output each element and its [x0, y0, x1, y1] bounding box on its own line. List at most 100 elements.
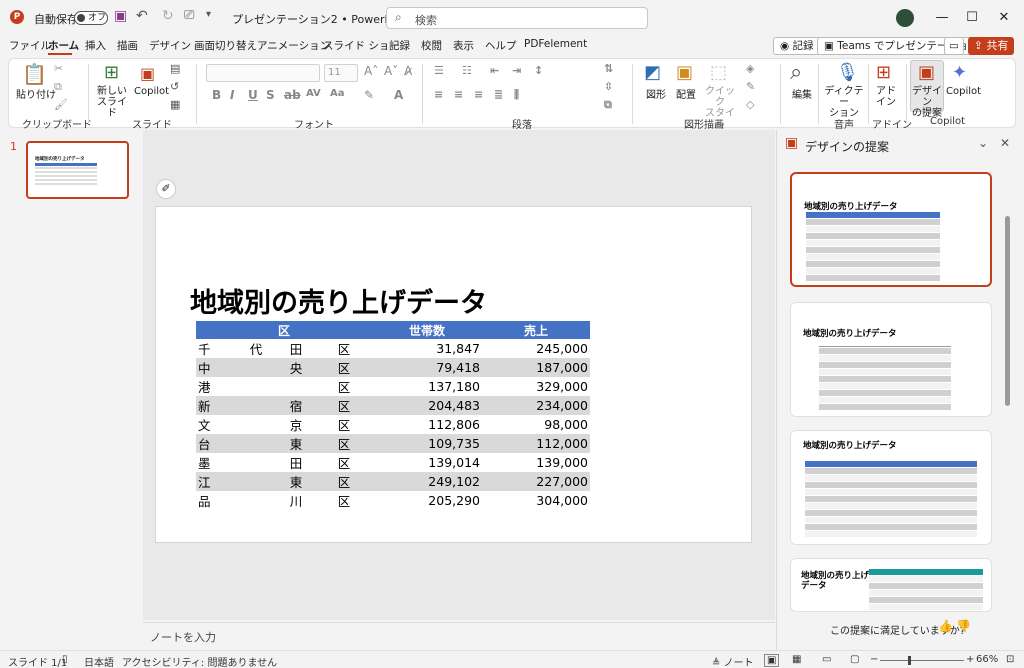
- tab-insert[interactable]: 挿入: [85, 38, 106, 53]
- copilot-button[interactable]: Copilot: [946, 86, 981, 97]
- dictate-button[interactable]: ディクテー ション: [824, 86, 864, 119]
- microphone-icon[interactable]: 🎙: [836, 62, 859, 83]
- tab-home[interactable]: ホーム: [48, 38, 79, 53]
- tab-record[interactable]: 記録: [389, 38, 410, 53]
- copy-icon[interactable]: ⧉: [54, 80, 62, 94]
- tab-pdfelement[interactable]: PDFelement: [524, 38, 587, 50]
- language[interactable]: 日本語: [84, 654, 114, 668]
- addins-icon[interactable]: ⊞: [876, 62, 891, 83]
- tab-view[interactable]: 表示: [453, 38, 474, 53]
- close-button[interactable]: ✕: [994, 8, 1014, 28]
- tab-animations[interactable]: アニメーション: [257, 38, 330, 53]
- spacing-icon[interactable]: AV: [306, 88, 321, 99]
- design-idea-card[interactable]: 地域別の売り上げデータ: [790, 302, 992, 417]
- outdent-icon[interactable]: ⇥: [512, 64, 521, 77]
- zoom-level[interactable]: 66%: [976, 654, 998, 665]
- align-center-icon[interactable]: ≡: [454, 88, 463, 101]
- zoom-in-icon[interactable]: +: [966, 654, 974, 665]
- notes-toggle[interactable]: ≜ ノート: [712, 654, 754, 668]
- font-size-input[interactable]: 11: [324, 64, 358, 82]
- section-icon[interactable]: ▦: [170, 98, 180, 111]
- tab-transitions[interactable]: 画面切り替え: [194, 38, 257, 53]
- minimize-button[interactable]: —: [932, 8, 952, 28]
- align-left-icon[interactable]: ≡: [434, 88, 443, 101]
- reading-view-icon[interactable]: ▭: [822, 654, 831, 665]
- shape-outline-icon[interactable]: ✎: [746, 80, 755, 93]
- cut-icon[interactable]: ✂: [54, 62, 63, 75]
- clear-format-icon[interactable]: A̷: [404, 64, 412, 78]
- slide-title[interactable]: 地域別の売り上げデータ: [190, 281, 487, 320]
- slide-canvas[interactable]: 地域別の売り上げデータ 区 世帯数 売上 千代田区 31,847 245,000 中央…: [155, 206, 752, 543]
- arrange-button[interactable]: 配置: [676, 86, 696, 101]
- thumbs-down-icon[interactable]: 👎: [956, 619, 971, 633]
- accessibility-status[interactable]: アクセシビリティ: 問題ありません: [122, 654, 277, 668]
- reset-icon[interactable]: ↺: [170, 80, 179, 93]
- copilot-slide-button[interactable]: Copilot: [134, 86, 169, 97]
- clipboard-icon[interactable]: 📋: [22, 62, 47, 86]
- design-idea-card[interactable]: 地域別の売り上げデータ: [790, 172, 992, 287]
- new-slide-icon[interactable]: ⊞: [104, 62, 119, 83]
- highlight-icon[interactable]: ✎: [364, 88, 374, 102]
- present-icon[interactable]: ⎚: [184, 8, 194, 23]
- thumbs-up-icon[interactable]: 👍: [938, 619, 953, 633]
- edit-button[interactable]: 編集: [792, 86, 812, 101]
- tab-help[interactable]: ヘルプ: [485, 38, 517, 53]
- format-painter-icon[interactable]: 🖌: [54, 98, 68, 111]
- font-color-icon[interactable]: A: [394, 88, 403, 102]
- shadow-icon[interactable]: S: [266, 88, 275, 102]
- avatar[interactable]: [896, 9, 914, 27]
- tab-design[interactable]: デザイン: [149, 38, 191, 53]
- autosave-toggle[interactable]: オフ: [74, 11, 108, 25]
- shrink-font-icon[interactable]: A˅: [384, 64, 398, 78]
- slideshow-icon[interactable]: ▢: [850, 654, 859, 665]
- case-icon[interactable]: Aa: [330, 88, 345, 99]
- smartart-icon[interactable]: ⧉: [604, 98, 612, 112]
- slide-sorter-icon[interactable]: ▦: [792, 654, 801, 665]
- normal-view-icon[interactable]: ▣: [764, 654, 780, 667]
- design-pane-scrollbar[interactable]: [1004, 160, 1012, 610]
- justify-icon[interactable]: ≣: [494, 88, 503, 101]
- indent-icon[interactable]: ⇤: [490, 64, 499, 77]
- tab-draw[interactable]: 描画: [117, 38, 138, 53]
- line-spacing-icon[interactable]: ↕: [534, 64, 543, 77]
- redo-icon[interactable]: ↻: [162, 8, 174, 24]
- numbering-icon[interactable]: ☷: [462, 64, 472, 77]
- copilot-slide-icon[interactable]: ▣: [140, 64, 155, 83]
- bullets-icon[interactable]: ☰: [434, 64, 444, 77]
- sales-table[interactable]: 区 世帯数 売上 千代田区 31,847 245,000 中央区 79,418 187,0…: [196, 321, 590, 510]
- italic-icon[interactable]: I: [230, 88, 234, 102]
- tab-review[interactable]: 校閲: [421, 38, 442, 53]
- maximize-button[interactable]: ☐: [962, 8, 982, 28]
- arrange-icon[interactable]: ▣: [676, 62, 693, 83]
- columns-icon[interactable]: ⫼: [514, 88, 519, 102]
- grow-font-icon[interactable]: A˄: [364, 64, 378, 78]
- bold-icon[interactable]: B: [212, 88, 221, 102]
- zoom-slider-handle[interactable]: [908, 656, 911, 665]
- quick-styles-icon[interactable]: ⬚: [710, 62, 727, 83]
- strikethrough-icon[interactable]: ab: [284, 88, 301, 102]
- layout-icon[interactable]: ▤: [170, 62, 180, 75]
- shape-effects-icon[interactable]: ◇: [746, 98, 754, 111]
- addins-button[interactable]: アド イン: [872, 86, 900, 108]
- spellcheck-icon[interactable]: ▯: [62, 654, 68, 665]
- designer-suggestion-icon[interactable]: ✐: [156, 179, 176, 199]
- search-input[interactable]: ⌕ 検索: [386, 7, 648, 29]
- design-idea-card[interactable]: 地域別の売り上げデータ: [790, 430, 992, 545]
- shape-fill-icon[interactable]: ◈: [746, 62, 754, 75]
- design-idea-card[interactable]: 地域別の売り上げ データ: [790, 558, 992, 612]
- zoom-slider[interactable]: [880, 660, 964, 661]
- align-right-icon[interactable]: ≡: [474, 88, 483, 101]
- zoom-out-icon[interactable]: −: [870, 654, 878, 665]
- align-text-icon[interactable]: ⇳: [604, 80, 613, 93]
- share-button[interactable]: ⇪ 共有: [968, 37, 1014, 55]
- collapse-icon[interactable]: ⌄: [978, 136, 988, 150]
- fit-slide-icon[interactable]: ⊡: [1006, 654, 1014, 665]
- text-direction-icon[interactable]: ⇅: [604, 62, 613, 75]
- save-icon[interactable]: ▣: [114, 8, 127, 24]
- shapes-icon[interactable]: ◩: [644, 62, 661, 83]
- paste-button[interactable]: 貼り付け: [16, 86, 56, 101]
- close-pane-icon[interactable]: ✕: [1000, 136, 1010, 150]
- notes-pane[interactable]: ノートを入力: [143, 622, 775, 650]
- comments-icon[interactable]: ▭: [944, 37, 964, 55]
- tab-file[interactable]: ファイル: [9, 38, 51, 53]
